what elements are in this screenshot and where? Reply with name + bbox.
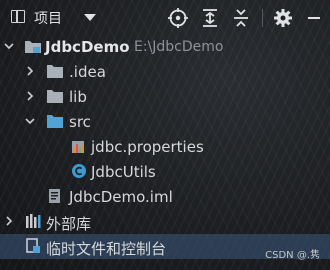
folder-icon xyxy=(47,90,63,103)
folder-idea-label: .idea xyxy=(69,63,106,81)
tree-row-idea[interactable]: .idea xyxy=(0,59,330,84)
gear-icon[interactable] xyxy=(272,7,294,29)
file-properties-label: jdbc.properties xyxy=(91,138,204,156)
folder-src-label: src xyxy=(69,113,91,131)
minimize-icon[interactable] xyxy=(303,7,325,29)
tree-row-external-libs[interactable]: 外部库 xyxy=(0,209,330,234)
chevron-right-icon[interactable] xyxy=(24,90,36,102)
toolbar-divider xyxy=(262,9,263,27)
scratches-label: 临时文件和控制台 xyxy=(46,240,167,258)
scratches-icon xyxy=(26,238,40,253)
tree-row-utils[interactable]: JdbcUtils xyxy=(0,159,330,184)
folder-lib-label: lib xyxy=(69,88,87,106)
chevron-down-icon[interactable] xyxy=(84,14,96,21)
root-project-name: JdbcDemo xyxy=(45,38,130,56)
tree-row-root[interactable]: JdbcDemo E:\JdbcDemo xyxy=(0,34,330,59)
chevron-right-icon[interactable] xyxy=(24,65,36,77)
watermark: CSDN @.隽 xyxy=(265,250,320,261)
folder-idea-name: idea xyxy=(73,63,106,81)
file-iml-label: JdbcDemo.iml xyxy=(69,188,173,206)
expand-all-icon[interactable] xyxy=(199,7,221,29)
tree-row-iml[interactable]: JdbcDemo.iml xyxy=(0,184,330,209)
library-icon xyxy=(26,214,41,228)
module-file-icon xyxy=(49,189,60,203)
class-utils-label: JdbcUtils xyxy=(91,163,156,181)
chevron-down-icon[interactable] xyxy=(24,115,36,127)
folder-icon xyxy=(47,65,63,78)
chevron-down-icon[interactable] xyxy=(3,40,15,52)
view-title[interactable]: 项目 xyxy=(34,8,62,28)
project-view-icon xyxy=(11,10,25,23)
chevron-right-icon[interactable] xyxy=(3,215,15,227)
tree-row-lib[interactable]: lib xyxy=(0,84,330,109)
tree-row-src[interactable]: src xyxy=(0,109,330,134)
java-class-icon xyxy=(72,164,86,178)
locate-icon[interactable] xyxy=(167,7,189,29)
collapse-all-icon[interactable] xyxy=(230,7,252,29)
project-toolbar: 项目 xyxy=(0,0,330,36)
properties-file-icon xyxy=(72,141,84,153)
root-project-path: E:\JdbcDemo xyxy=(134,39,224,55)
source-folder-icon xyxy=(47,115,63,128)
module-folder-icon xyxy=(25,41,41,53)
external-libraries-label: 外部库 xyxy=(46,215,92,233)
tree-row-properties[interactable]: jdbc.properties xyxy=(0,134,330,159)
